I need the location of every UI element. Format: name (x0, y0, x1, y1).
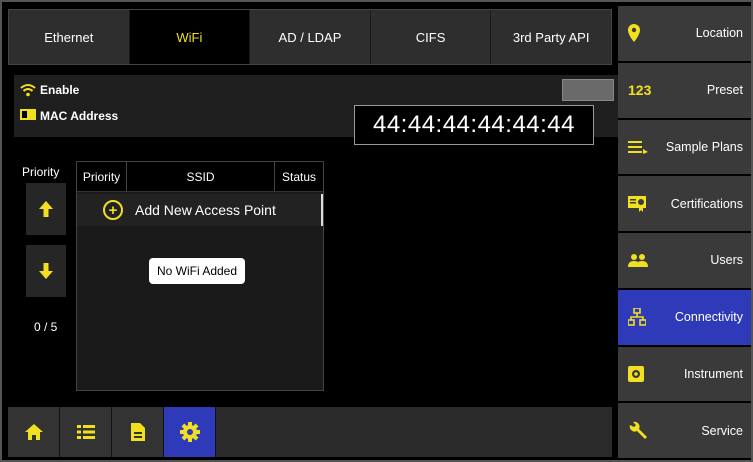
tab-ad-ldap[interactable]: AD / LDAP (250, 10, 371, 64)
arrow-up-icon (38, 200, 54, 218)
sidebar-item-label: Instrument (683, 366, 743, 381)
instrument-icon (628, 365, 644, 382)
sidebar-item-instrument[interactable]: Instrument (618, 346, 751, 404)
tab-bar: Ethernet WiFi AD / LDAP CIFS 3rd Party A… (8, 9, 612, 65)
wifi-table: Priority SSID Status + Add New Access Po… (76, 161, 324, 391)
location-pin-icon (628, 24, 640, 43)
priority-count: 0 / 5 (34, 320, 58, 334)
tab-ethernet[interactable]: Ethernet (9, 10, 130, 64)
users-icon (628, 253, 648, 268)
table-header: Priority SSID Status (77, 162, 323, 192)
priority-up-button[interactable] (26, 183, 66, 235)
home-button[interactable] (8, 407, 60, 457)
sidebar-item-certifications[interactable]: Certifications (618, 176, 751, 233)
list-arrow-icon (628, 140, 648, 154)
home-icon (24, 423, 44, 441)
column-status: Status (281, 169, 317, 184)
sidebar: Location 123 Preset Sample Plans Certifi… (618, 6, 751, 460)
mac-address-value: 44:44:44:44:44:44 (354, 105, 594, 145)
document-button[interactable] (112, 407, 164, 457)
sidebar-item-sample-plans[interactable]: Sample Plans (618, 119, 751, 177)
sidebar-item-service[interactable]: Service (618, 403, 751, 460)
sidebar-item-location[interactable]: Location (618, 6, 751, 63)
tab-3rd-party-api[interactable]: 3rd Party API (491, 10, 611, 64)
gear-icon (179, 422, 200, 442)
column-ssid: SSID (127, 162, 275, 191)
list-icon (76, 424, 95, 440)
wifi-icon (20, 83, 36, 97)
enable-toggle[interactable] (562, 79, 614, 101)
network-icon (628, 308, 646, 326)
sidebar-item-label: Sample Plans (665, 139, 743, 154)
settings-button[interactable] (164, 407, 216, 457)
bottom-toolbar (8, 407, 612, 457)
sidebar-item-label: Preset (706, 83, 743, 98)
tab-cifs[interactable]: CIFS (371, 10, 492, 64)
arrow-down-icon (38, 262, 54, 280)
mac-address-row: MAC Address 44:44:44:44:44:44 (14, 105, 618, 145)
list-button[interactable] (60, 407, 112, 457)
column-priority: Priority (77, 162, 127, 191)
preset-123-icon: 123 (628, 82, 652, 99)
certificate-icon (628, 195, 646, 212)
sidebar-item-label: Users (710, 253, 743, 268)
sidebar-item-preset[interactable]: 123 Preset (618, 62, 751, 120)
sidebar-item-label: Connectivity (674, 310, 743, 325)
sidebar-item-connectivity[interactable]: Connectivity (618, 289, 751, 347)
priority-heading: Priority (22, 165, 60, 179)
sidebar-item-label: Location (695, 26, 743, 41)
enable-label: Enable (40, 83, 80, 97)
wifi-panel: Enable MAC Address 44:44:44:44:44:44 Pri… (8, 65, 618, 401)
plus-circle-icon: + (103, 200, 123, 220)
add-access-point-label: Add New Access Point (135, 202, 276, 218)
sidebar-item-label: Certifications (670, 196, 743, 211)
screen: Ethernet WiFi AD / LDAP CIFS 3rd Party A… (0, 0, 753, 462)
priority-down-button[interactable] (26, 245, 66, 297)
sidebar-item-label: Service (701, 423, 743, 438)
document-icon (130, 422, 146, 442)
sidebar-item-users[interactable]: Users (618, 233, 751, 290)
tab-wifi[interactable]: WiFi (129, 10, 251, 64)
empty-message: No WiFi Added (149, 258, 246, 284)
mac-address-label: MAC Address (40, 109, 119, 123)
id-card-icon (20, 109, 36, 120)
wrench-icon (628, 421, 648, 441)
enable-row: Enable (14, 75, 618, 105)
add-access-point-button[interactable]: + Add New Access Point (77, 194, 323, 226)
